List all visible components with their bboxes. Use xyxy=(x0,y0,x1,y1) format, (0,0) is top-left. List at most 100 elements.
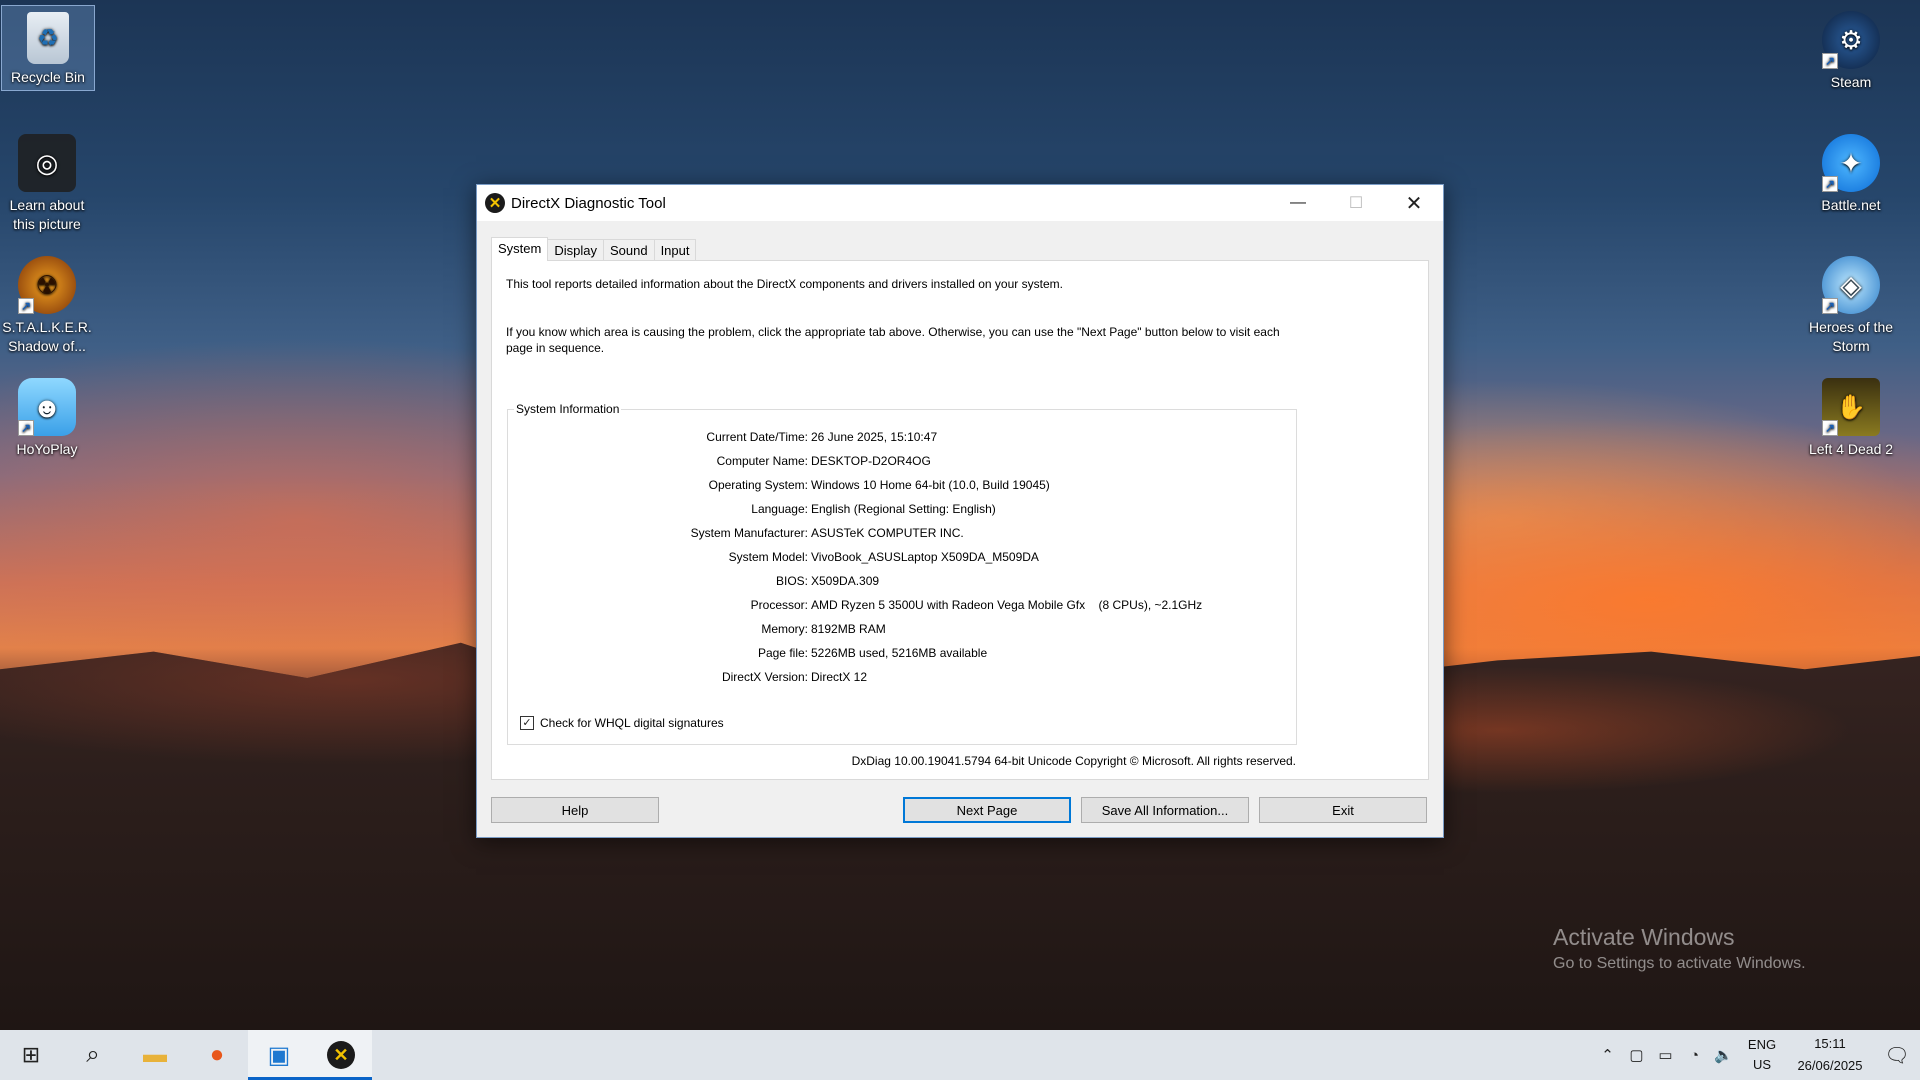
minimize-icon: — xyxy=(1290,194,1306,211)
info-label: Page file: xyxy=(757,646,808,660)
info-label: System Model: xyxy=(728,550,808,564)
minimize-button[interactable]: — xyxy=(1269,185,1327,221)
desktop-icon-learn-about-picture[interactable]: ◎ Learn about this picture xyxy=(0,128,94,234)
desktop-icon-label: S.T.A.L.K.E.R. Shadow of... xyxy=(2,319,92,354)
network-button[interactable]: ◔ xyxy=(1680,1047,1709,1064)
info-value: VivoBook_ASUSLaptop X509DA_M509DA xyxy=(811,550,1039,564)
info-label: Language: xyxy=(751,502,808,516)
desktop-icon-label: Battle.net xyxy=(1821,197,1881,213)
taskbar-directx[interactable]: ✕ xyxy=(310,1030,372,1080)
search-icon: ⌕ xyxy=(86,1041,100,1068)
info-row-computer-name: Computer Name: DESKTOP-D2OR4OG xyxy=(508,454,1298,470)
help-button[interactable]: Help xyxy=(491,797,659,823)
taskbar-file-explorer[interactable]: ▬ xyxy=(124,1030,186,1080)
start-button[interactable]: ⊞ xyxy=(0,1030,62,1080)
desktop-icon-recycle-bin[interactable]: ♻ Recycle Bin xyxy=(1,5,95,91)
info-label: Memory: xyxy=(761,622,808,636)
taskbar-firefox[interactable]: ● xyxy=(186,1030,248,1080)
info-value: X509DA.309 xyxy=(811,574,880,588)
info-row-os: Operating System: Windows 10 Home 64-bit… xyxy=(508,478,1298,494)
directx-icon: ✕ xyxy=(485,193,505,213)
title-bar[interactable]: ✕ DirectX Diagnostic Tool — ☐ ✕ xyxy=(477,185,1443,221)
left4dead2-icon: ✋ ↗ xyxy=(1822,378,1880,436)
close-button[interactable]: ✕ xyxy=(1385,185,1443,221)
show-hidden-icons-button[interactable]: ⌃ xyxy=(1593,1046,1622,1064)
info-label: Computer Name: xyxy=(716,454,808,468)
info-value: 8192MB RAM xyxy=(811,622,886,636)
tab-strip: System Display Sound Input xyxy=(491,237,697,261)
desktop-icon-label: Left 4 Dead 2 xyxy=(1808,441,1894,457)
desktop-icon-battlenet[interactable]: ✦ ↗ Battle.net xyxy=(1804,128,1898,215)
start-icon: ⊞ xyxy=(21,1042,41,1067)
info-value: AMD Ryzen 5 3500U with Radeon Vega Mobil… xyxy=(811,598,1203,612)
tab-system[interactable]: System xyxy=(491,237,549,261)
steam-icon: ⚙ ↗ xyxy=(1822,11,1880,69)
intro-text: This tool reports detailed information a… xyxy=(506,277,1063,291)
shortcut-arrow-icon: ↗ xyxy=(1822,298,1838,314)
exit-button[interactable]: Exit xyxy=(1259,797,1427,823)
tab-sound[interactable]: Sound xyxy=(602,239,655,261)
save-all-information-button[interactable]: Save All Information... xyxy=(1081,797,1249,823)
taskbar-photos[interactable]: ▣ xyxy=(248,1030,310,1080)
desktop-icon-steam[interactable]: ⚙ ↗ Steam xyxy=(1804,5,1898,92)
desktop-icon-label: Heroes of the Storm xyxy=(1808,319,1894,354)
shortcut-arrow-icon: ↗ xyxy=(18,420,34,436)
close-icon: ✕ xyxy=(1405,192,1423,215)
next-page-button[interactable]: Next Page xyxy=(903,797,1071,823)
region-code: US xyxy=(1752,1057,1772,1072)
volume-button[interactable]: 🔈 xyxy=(1709,1046,1738,1064)
clock-time: 15:11 xyxy=(1814,1036,1846,1051)
system-tray: ⌃ ▢ ▭ ◔ 🔈 ENG US 15:11 26/06/2025 🗨 xyxy=(1593,1030,1920,1080)
system-tab-panel: This tool reports detailed information a… xyxy=(491,260,1429,780)
shortcut-arrow-icon: ↗ xyxy=(1822,176,1838,192)
window-controls: — ☐ ✕ xyxy=(1269,185,1443,221)
whql-checkbox-row[interactable]: ✓ Check for WHQL digital signatures xyxy=(520,716,724,730)
tab-display[interactable]: Display xyxy=(547,239,604,261)
taskbar: ⊞ ⌕ ▬ ● ▣ ✕ ⌃ ▢ ▭ ◔ 🔈 ENG US 15:11 26/06… xyxy=(0,1030,1920,1080)
shortcut-arrow-icon: ↗ xyxy=(1822,53,1838,69)
intro-text-2: If you know which area is causing the pr… xyxy=(506,325,1280,355)
input-language-button[interactable]: ENG US xyxy=(1738,1035,1786,1075)
hoyoplay-icon: ☻ ↗ xyxy=(18,378,76,436)
battery-icon: ▭ xyxy=(1658,1047,1673,1064)
info-row-directx-version: DirectX Version: DirectX 12 xyxy=(508,670,1298,686)
info-label: Operating System: xyxy=(708,478,808,492)
info-label: Processor: xyxy=(750,598,808,612)
search-button[interactable]: ⌕ xyxy=(62,1030,124,1080)
stalker-game-icon: ☢ ↗ xyxy=(18,256,76,314)
clock-button[interactable]: 15:11 26/06/2025 xyxy=(1786,1033,1874,1077)
battlenet-icon: ✦ ↗ xyxy=(1822,134,1880,192)
meet-now-button[interactable]: ▢ xyxy=(1622,1046,1651,1064)
desktop-icon-hoyoplay[interactable]: ☻ ↗ HoYoPlay xyxy=(0,372,94,459)
wifi-icon: ◔ xyxy=(1689,1046,1700,1064)
info-value: ASUSTeK COMPUTER INC. xyxy=(811,526,964,540)
group-title: System Information xyxy=(514,402,622,416)
maximize-button[interactable]: ☐ xyxy=(1327,185,1385,221)
info-label: System Manufacturer: xyxy=(690,526,808,540)
recycle-bin-icon: ♻ xyxy=(27,12,69,64)
action-center-button[interactable]: 🗨 xyxy=(1874,1043,1920,1068)
window-title: DirectX Diagnostic Tool xyxy=(511,194,666,212)
desktop-icon-left4dead2[interactable]: ✋ ↗ Left 4 Dead 2 xyxy=(1804,372,1898,459)
notification-icon: 🗨 xyxy=(1884,1044,1910,1067)
info-row-page-file: Page file: 5226MB used, 5216MB available xyxy=(508,646,1298,662)
dxdiag-version-text: DxDiag 10.00.19041.5794 64-bit Unicode C… xyxy=(851,754,1296,768)
watermark-subtitle: Go to Settings to activate Windows. xyxy=(1553,955,1806,972)
info-value: Windows 10 Home 64-bit (10.0, Build 1904… xyxy=(811,478,1050,492)
desktop-icon-heroes-of-the-storm[interactable]: ◈ ↗ Heroes of the Storm xyxy=(1804,250,1898,356)
checkmark-icon: ✓ xyxy=(522,717,532,729)
desktop-icon-stalker[interactable]: ☢ ↗ S.T.A.L.K.E.R. Shadow of... xyxy=(0,250,94,356)
language-code: ENG xyxy=(1747,1037,1777,1052)
battery-button[interactable]: ▭ xyxy=(1651,1046,1680,1064)
clock-date: 26/06/2025 xyxy=(1797,1058,1863,1073)
tab-input[interactable]: Input xyxy=(653,239,697,261)
watermark-title: Activate Windows xyxy=(1553,924,1735,950)
desktop-icon-label: Steam xyxy=(1830,74,1872,90)
info-row-manufacturer: System Manufacturer: ASUSTeK COMPUTER IN… xyxy=(508,526,1298,542)
whql-checkbox[interactable]: ✓ xyxy=(520,716,534,730)
chevron-up-icon: ⌃ xyxy=(1601,1047,1614,1064)
heroes-of-the-storm-icon: ◈ ↗ xyxy=(1822,256,1880,314)
camera-icon: ◎ xyxy=(18,134,76,192)
info-value: DirectX 12 xyxy=(811,670,868,684)
desktop-icon-label: HoYoPlay xyxy=(16,441,78,457)
